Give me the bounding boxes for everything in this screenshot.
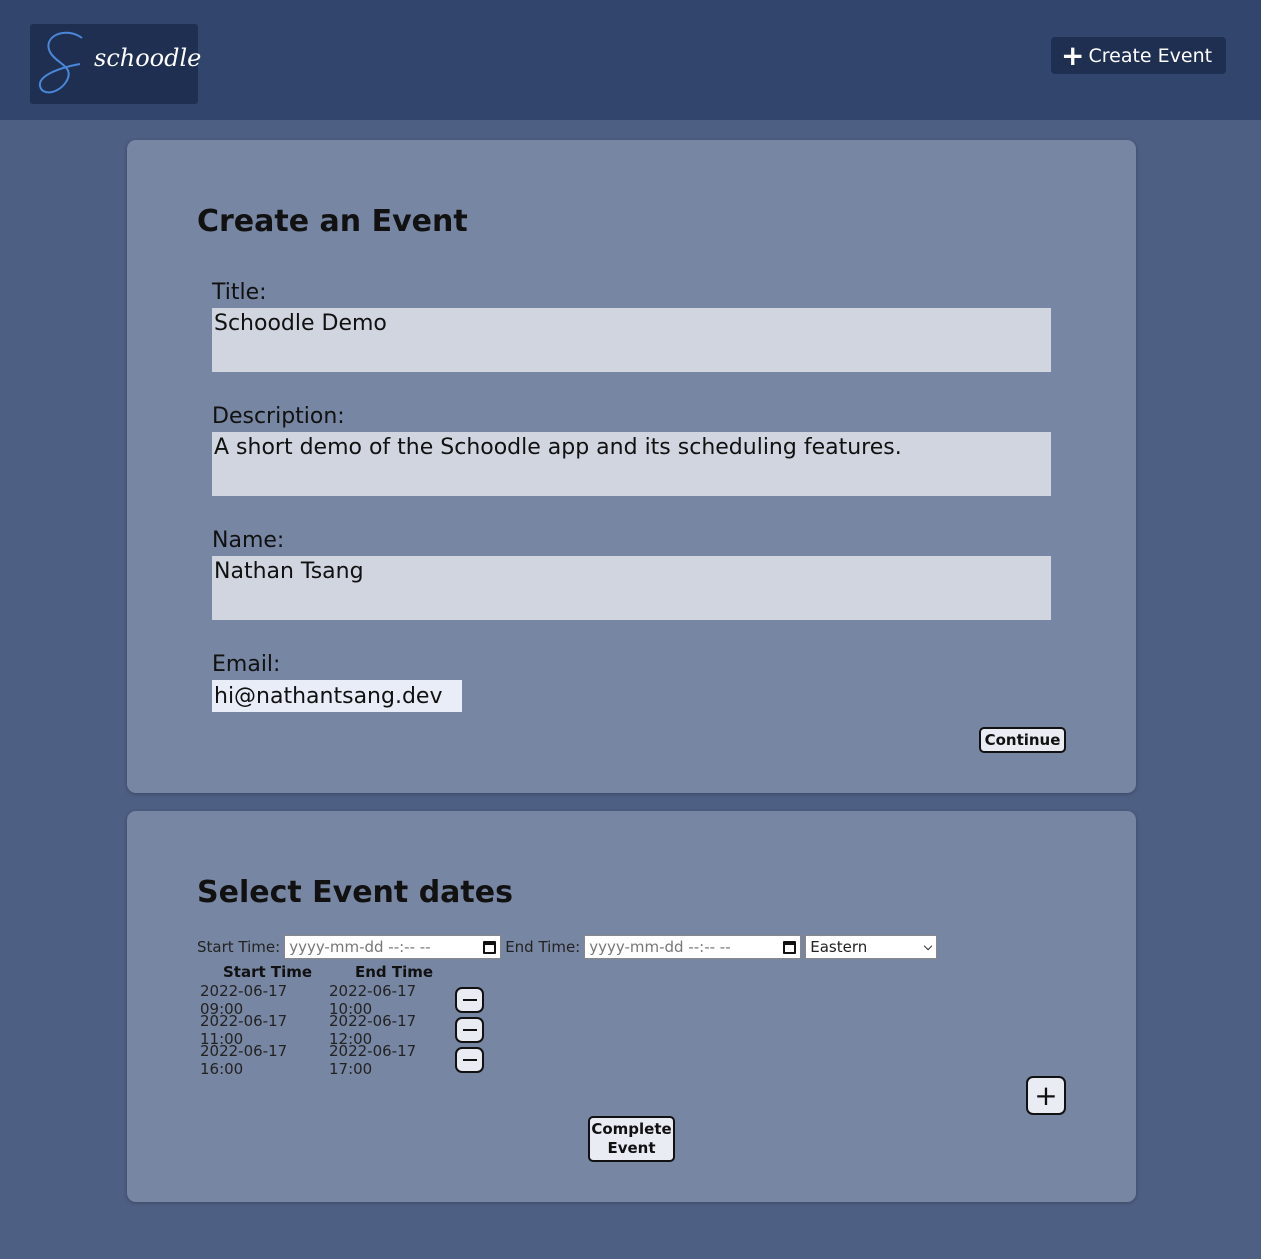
- end-time-placeholder: yyyy-mm-dd --:-- --: [589, 938, 731, 956]
- logo-wordmark: schoodle: [94, 44, 202, 72]
- continue-button[interactable]: Continue: [979, 727, 1066, 753]
- slot-end: 2022-06-17 17:00: [329, 1042, 417, 1078]
- plus-icon: +: [1061, 38, 1085, 72]
- name-label: Name:: [212, 528, 285, 553]
- email-field[interactable]: [212, 680, 462, 712]
- description-label: Description:: [212, 404, 345, 429]
- complete-event-button[interactable]: Complete Event: [588, 1116, 675, 1162]
- chevron-down-icon: ⌵: [923, 940, 933, 953]
- add-slot-button[interactable]: +: [1026, 1076, 1066, 1115]
- timezone-select[interactable]: Eastern ⌵: [805, 935, 938, 959]
- calendar-icon[interactable]: [783, 940, 797, 954]
- description-field[interactable]: A short demo of the Schoodle app and its…: [212, 432, 1051, 496]
- start-time-label: Start Time:: [197, 938, 281, 956]
- logo-s-icon: [38, 31, 83, 94]
- select-dates-card: Select Event dates Start Time: yyyy-mm-d…: [127, 811, 1136, 1202]
- select-dates-heading: Select Event dates: [197, 875, 513, 910]
- remove-slot-button[interactable]: [455, 987, 484, 1013]
- create-event-label: Create Event: [1088, 44, 1213, 67]
- schoodle-logo[interactable]: schoodle: [30, 24, 202, 104]
- start-time-input[interactable]: yyyy-mm-dd --:-- --: [284, 935, 502, 959]
- end-time-input[interactable]: yyyy-mm-dd --:-- --: [584, 935, 802, 959]
- calendar-icon[interactable]: [483, 940, 497, 954]
- timezone-value: Eastern: [810, 938, 868, 956]
- start-time-placeholder: yyyy-mm-dd --:-- --: [289, 938, 431, 956]
- create-event-card: Create an Event Title: Schoodle Demo Des…: [127, 140, 1136, 793]
- email-label: Email:: [212, 652, 281, 677]
- start-time-column-header: Start Time: [223, 963, 313, 981]
- create-event-heading: Create an Event: [197, 204, 468, 239]
- time-input-row: Start Time: yyyy-mm-dd --:-- -- End Time…: [197, 935, 938, 959]
- minus-icon: [462, 1059, 477, 1061]
- create-event-button[interactable]: + Create Event: [1051, 37, 1226, 74]
- time-slot-row: 2022-06-17 16:00 2022-06-17 17:00: [200, 1042, 484, 1078]
- minus-icon: [462, 999, 477, 1001]
- slot-start: 2022-06-17 16:00: [200, 1042, 288, 1078]
- end-time-column-header: End Time: [355, 963, 434, 981]
- title-label: Title:: [212, 280, 267, 305]
- name-field[interactable]: Nathan Tsang: [212, 556, 1051, 620]
- top-navbar: schoodle + Create Event: [0, 0, 1261, 120]
- end-time-label: End Time:: [505, 938, 581, 956]
- remove-slot-button[interactable]: [455, 1017, 484, 1043]
- remove-slot-button[interactable]: [455, 1047, 484, 1073]
- title-field[interactable]: Schoodle Demo: [212, 308, 1051, 372]
- minus-icon: [462, 1029, 477, 1031]
- time-slot-row: 2022-06-17 11:00 2022-06-17 12:00: [200, 1012, 484, 1048]
- time-slot-row: 2022-06-17 09:00 2022-06-17 10:00: [200, 982, 484, 1018]
